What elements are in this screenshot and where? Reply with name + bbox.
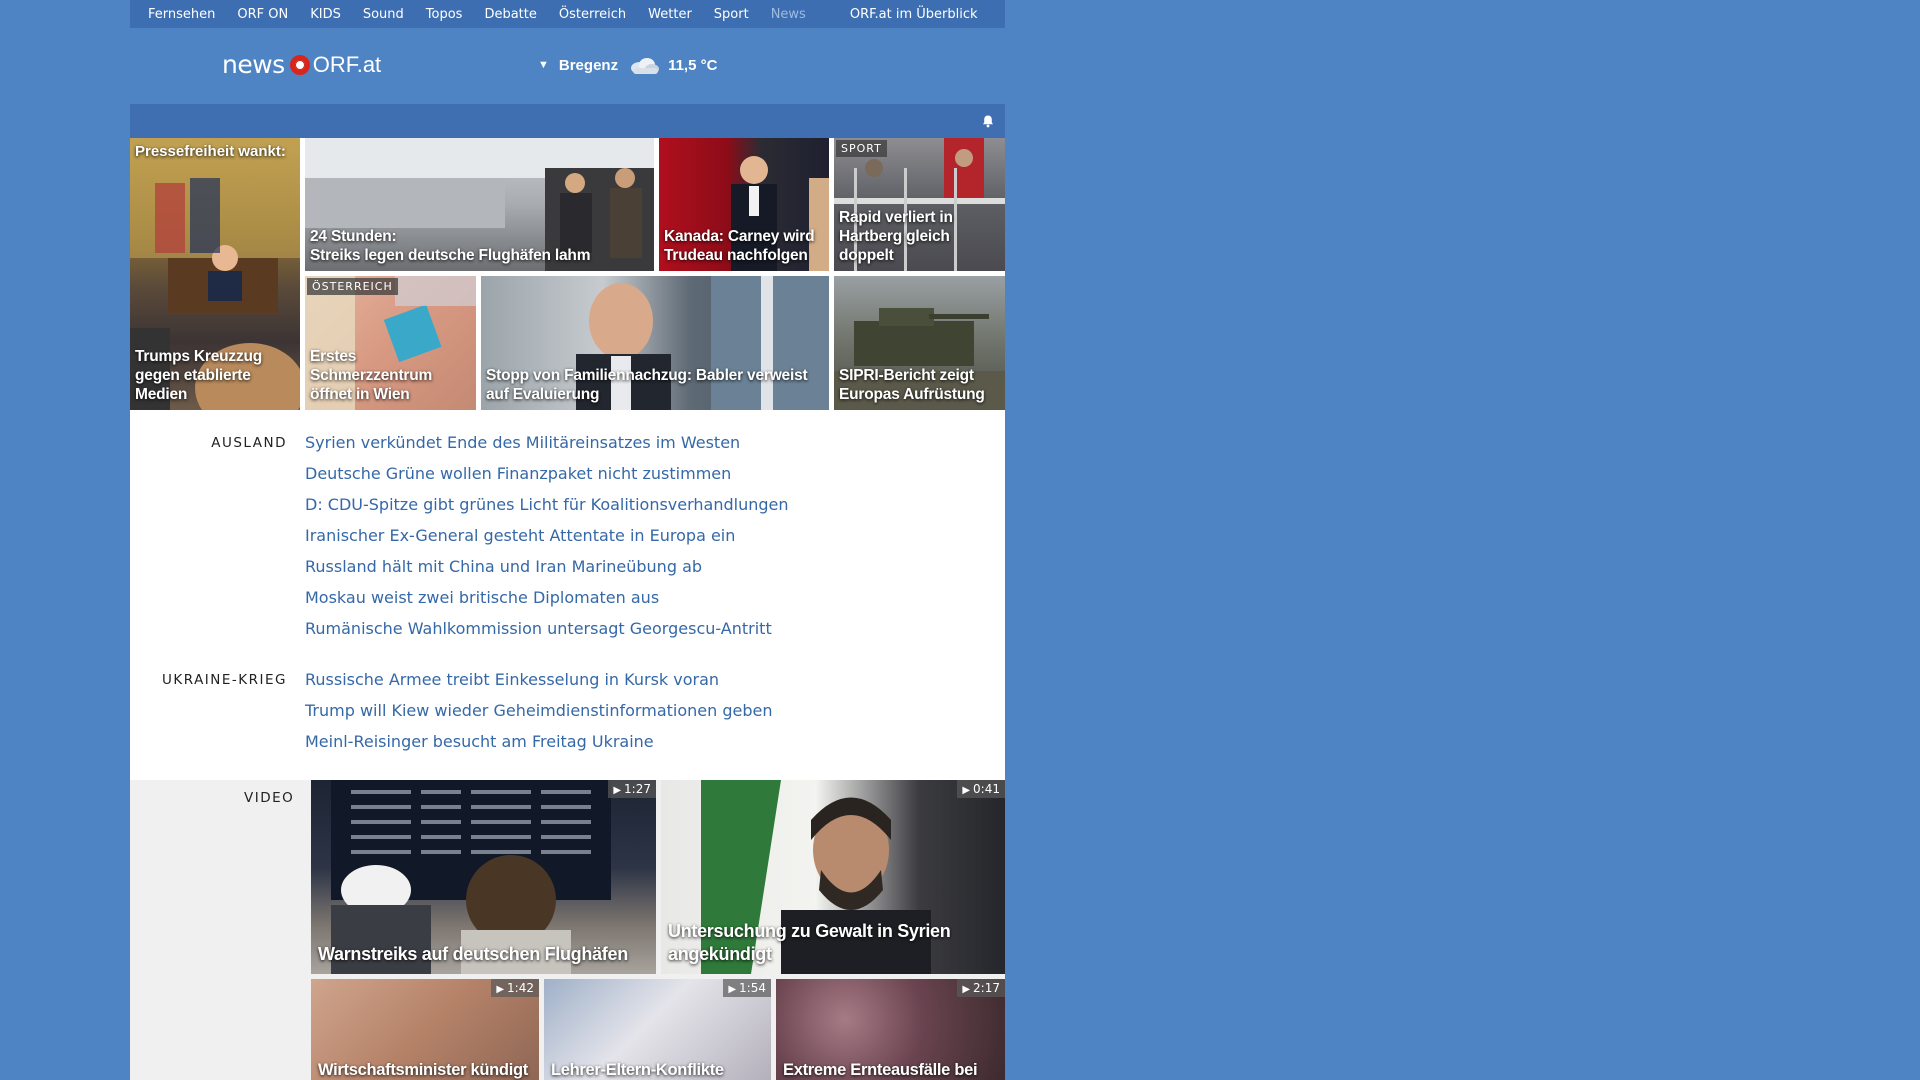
ausland-list: Syrien verkündet Ende des Militäreinsatz… — [305, 435, 789, 652]
video-duration-text: 0:41 — [973, 782, 1000, 796]
list-item[interactable]: Rumänische Wahlkommission untersagt Geor… — [305, 621, 789, 652]
teaser-rapid-title: Rapid verliert in Hartberg gleich doppel… — [839, 209, 953, 264]
orf-eye-icon — [289, 54, 310, 75]
video-duration-text: 1:27 — [624, 782, 651, 796]
dropdown-arrow-icon[interactable]: ▼ — [538, 59, 549, 71]
video-duration: ▶ 1:27 — [608, 780, 656, 798]
video-duration: ▶ 0:41 — [957, 780, 1005, 798]
play-icon: ▶ — [613, 785, 622, 796]
video-section: VIDEO ▶ 1:27 Warnstreiks auf deutschen Fl… — [130, 780, 1005, 1080]
teaser-streiks-headline: Streiks legen deutsche Flughäfen lahm — [310, 247, 591, 264]
list-item[interactable]: Russische Armee treibt Einkesselung in K… — [305, 672, 772, 703]
list-item[interactable]: Syrien verkündet Ende des Militäreinsatz… — [305, 435, 789, 466]
section-label-ukraine-krieg: UKRAINE-KRIEG — [162, 672, 287, 688]
video-title: Lehrer-Eltern-Konflikte — [551, 1061, 724, 1079]
teaser-rapid[interactable]: SPORT Rapid verliert in Hartberg gleich … — [834, 138, 1005, 271]
video-title: Untersuchung zu Gewalt in Syrien angekün… — [668, 921, 951, 964]
teaser-schmerzzentrum-tag: ÖSTERREICH — [307, 278, 398, 295]
ukraine-list: Russische Armee treibt Einkesselung in K… — [305, 672, 772, 765]
nav-oesterreich[interactable]: Österreich — [548, 7, 637, 22]
teaser-sipri-title: SIPRI-Bericht zeigt Europas Aufrüstung — [839, 367, 985, 403]
nav-topos[interactable]: Topos — [415, 7, 474, 22]
play-icon: ▶ — [728, 984, 737, 995]
nav-news-active[interactable]: News — [760, 7, 817, 22]
teaser-schmerzzentrum-title: Erstes Schmerzzentrum öffnet in Wien — [310, 348, 433, 403]
video-duration-text: 1:54 — [739, 981, 766, 995]
play-icon: ▶ — [962, 984, 971, 995]
nav-sound[interactable]: Sound — [352, 7, 415, 22]
teaser-grid: Pressefreiheit wankt: Trumps Kreuzzug ge… — [130, 138, 1005, 410]
nav-orf-overview[interactable]: ORF.at im Überblick — [839, 7, 989, 22]
video-duration: ▶ 1:42 — [491, 979, 539, 997]
video-tile-lehrer-eltern[interactable]: ▶ 1:54 Lehrer-Eltern-Konflikte — [544, 979, 771, 1080]
video-tile-ernteausfaelle[interactable]: ▶ 2:17 Extreme Ernteausfälle bei — [776, 979, 1005, 1080]
section-label-ausland: AUSLAND — [211, 435, 287, 451]
video-title: Wirtschaftsminister kündigt — [318, 1061, 528, 1079]
news-orf-logo[interactable]: news ORF.at — [222, 50, 381, 79]
bell-icon[interactable] — [981, 114, 995, 128]
video-duration-text: 2:17 — [973, 981, 1000, 995]
list-item[interactable]: Trump will Kiew wieder Geheimdienstinfor… — [305, 703, 772, 734]
nav-fernsehen[interactable]: Fernsehen — [130, 7, 226, 22]
video-duration: ▶ 1:54 — [723, 979, 771, 997]
nav-orf-on[interactable]: ORF ON — [226, 7, 299, 22]
video-duration-text: 1:42 — [507, 981, 534, 995]
teaser-trump-kicker: Pressefreiheit wankt: — [135, 143, 286, 160]
list-item[interactable]: Iranischer Ex-General gesteht Attentate … — [305, 528, 789, 559]
teaser-trump-media[interactable]: Pressefreiheit wankt: Trumps Kreuzzug ge… — [130, 138, 300, 410]
alert-bar — [130, 104, 1005, 138]
teaser-streiks-kicker: 24 Stunden: — [310, 228, 397, 245]
nav-debatte[interactable]: Debatte — [473, 7, 547, 22]
teaser-familiennachzug[interactable]: Stopp von Familiennachzug: Babler verwei… — [481, 276, 829, 410]
video-tile-wirtschaftsminister[interactable]: ▶ 1:42 Wirtschaftsminister kündigt — [311, 979, 539, 1080]
teaser-kanada-title: Kanada: Carney wird Trudeau nachfolgen — [664, 228, 815, 264]
play-icon: ▶ — [496, 984, 505, 995]
video-tile-syrien[interactable]: ▶ 0:41 Untersuchung zu Gewalt in Syrien a… — [661, 780, 1005, 974]
teaser-kanada[interactable]: Kanada: Carney wird Trudeau nachfolgen — [659, 138, 829, 271]
teaser-streiks[interactable]: 24 Stunden: Streiks legen deutsche Flugh… — [305, 138, 654, 271]
weather-city: Bregenz — [558, 56, 619, 74]
teaser-familiennachzug-title: Stopp von Familiennachzug: Babler verwei… — [486, 367, 808, 403]
teaser-trump-title: Trumps Kreuzzug gegen etablierte Medien — [135, 348, 263, 403]
list-item[interactable]: Russland hält mit China und Iran Marineü… — [305, 559, 789, 590]
list-item[interactable]: Meinl-Reisinger besucht am Freitag Ukrai… — [305, 734, 772, 765]
play-icon: ▶ — [962, 785, 971, 796]
news-lists: AUSLAND Syrien verkündet Ende des Militä… — [130, 410, 1005, 780]
cloud-icon — [631, 58, 660, 74]
nav-wetter[interactable]: Wetter — [637, 7, 703, 22]
teaser-schmerzzentrum[interactable]: ÖSTERREICH Erstes Schmerzzentrum öffnet … — [305, 276, 476, 410]
teaser-sipri[interactable]: SIPRI-Bericht zeigt Europas Aufrüstung — [834, 276, 1005, 410]
video-title: Warnstreiks auf deutschen Flughäfen — [318, 944, 628, 964]
list-item[interactable]: D: CDU-Spitze gibt grünes Licht für Koal… — [305, 497, 789, 528]
section-label-video: VIDEO — [244, 790, 295, 806]
top-navigation: Fernsehen ORF ON KIDS Sound Topos Debatt… — [130, 0, 1005, 28]
list-item[interactable]: Moskau weist zwei britische Diplomaten a… — [305, 590, 789, 621]
video-duration: ▶ 2:17 — [957, 979, 1005, 997]
nav-sport[interactable]: Sport — [703, 7, 760, 22]
list-item[interactable]: Deutsche Grüne wollen Finanzpaket nicht … — [305, 466, 789, 497]
teaser-rapid-tag: SPORT — [836, 140, 887, 157]
teaser-streiks-title: 24 Stunden: Streiks legen deutsche Flugh… — [310, 227, 652, 265]
nav-kids[interactable]: KIDS — [299, 7, 352, 22]
video-title: Extreme Ernteausfälle bei — [783, 1061, 978, 1079]
weather-widget[interactable]: ▼ Bregenz 11,5 °C — [538, 56, 717, 74]
header: news ORF.at ▼ Bregenz 11,5 °C — [130, 28, 1005, 104]
logo-news-text: news — [222, 50, 285, 79]
logo-orf-text: ORF.at — [312, 51, 382, 77]
video-tile-warnstreiks[interactable]: ▶ 1:27 Warnstreiks auf deutschen Flughäfe… — [311, 780, 656, 974]
weather-temperature: 11,5 °C — [668, 56, 718, 74]
